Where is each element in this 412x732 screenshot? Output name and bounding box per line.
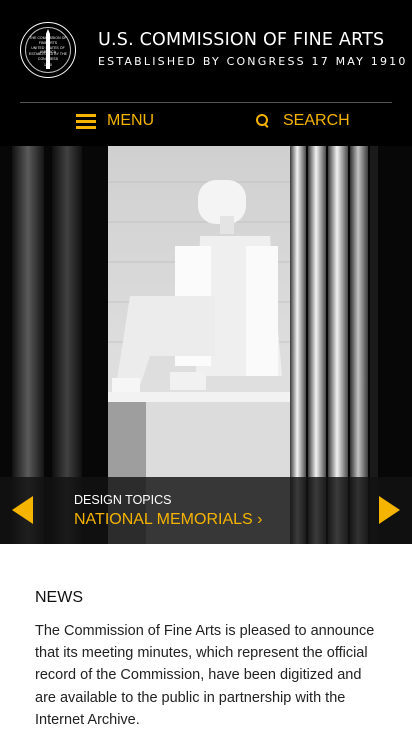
magnifier-icon <box>256 114 270 129</box>
site-title[interactable]: U.S. COMMISSION OF FINE ARTS <box>98 30 384 50</box>
seal-text-line: 1910 <box>44 63 52 67</box>
slide-title-link[interactable]: NATIONAL MEMORIALS › <box>74 511 262 529</box>
slide-category-label: DESIGN TOPICS <box>74 493 172 507</box>
commission-seal-logo[interactable]: THE COMMISSION OF FINE ARTS UNITED STATE… <box>20 22 76 78</box>
search-label: SEARCH <box>283 112 350 129</box>
menu-label: MENU <box>107 112 155 129</box>
seal-text-line: ESTABLISHED BY THE <box>29 52 67 56</box>
seal-text-line: CONGRESS <box>37 57 59 61</box>
search-button[interactable]: SEARCH <box>256 110 350 132</box>
site-header: THE COMMISSION OF FINE ARTS UNITED STATE… <box>0 0 412 146</box>
seal-text-line: THE COMMISSION OF <box>29 36 67 40</box>
site-subtitle: ESTABLISHED BY CONGRESS 17 MAY 1910 <box>98 55 408 68</box>
news-heading: NEWS <box>35 589 83 606</box>
news-body-text: The Commission of Fine Arts is pleased t… <box>35 623 375 728</box>
hamburger-icon <box>76 114 96 129</box>
header-divider <box>20 102 392 103</box>
arrow-left-icon[interactable] <box>12 496 33 524</box>
menu-button[interactable]: MENU <box>76 110 154 132</box>
arrow-right-icon[interactable] <box>379 496 400 524</box>
seal-text-line: FINE ARTS <box>38 41 58 45</box>
